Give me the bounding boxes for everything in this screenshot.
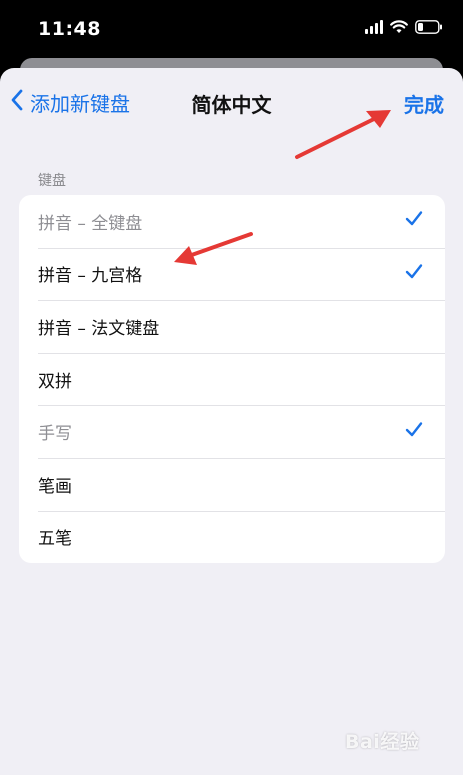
page-title: 简体中文 <box>191 93 272 117</box>
keyboard-row-label: 笔画 <box>38 476 72 497</box>
keyboard-row[interactable]: 拼音 – 法文键盘 <box>19 300 445 353</box>
keyboard-list: 拼音 – 全键盘 拼音 – 九宫格 拼音 – 法文键盘 双拼手写笔画五笔 <box>19 195 445 564</box>
phone-screen: 11:48 添加新键盘 简体中文 完成 键盘 拼音 – 全键盘 拼音 – 九宫格… <box>0 0 463 775</box>
done-button[interactable]: 完成 <box>404 89 444 118</box>
wifi-icon <box>390 20 408 34</box>
section-header: 键盘 <box>38 173 66 189</box>
status-bar: 11:48 <box>0 0 463 60</box>
keyboard-row[interactable]: 拼音 – 全键盘 <box>19 195 445 248</box>
keyboard-row-label: 五笔 <box>38 529 72 550</box>
keyboard-row-label: 双拼 <box>38 371 72 392</box>
watermark-logo: Bai经验 <box>345 731 420 753</box>
keyboard-row[interactable]: 五笔 <box>19 510 445 564</box>
keyboard-row[interactable]: 拼音 – 九宫格 <box>19 247 445 301</box>
keyboard-row-label: 手写 <box>38 424 72 445</box>
keyboard-row-label: 拼音 – 全键盘 <box>38 213 143 234</box>
keyboard-row-label: 拼音 – 九宫格 <box>38 266 143 287</box>
battery-icon <box>415 20 443 34</box>
checkmark-icon <box>405 263 423 284</box>
navigation-bar: 添加新键盘 简体中文 完成 <box>0 68 463 138</box>
keyboard-row[interactable]: 手写 <box>19 405 445 458</box>
checkmark-icon <box>405 211 423 232</box>
signal-icon <box>365 20 383 34</box>
keyboard-settings-sheet: 添加新键盘 简体中文 完成 键盘 拼音 – 全键盘 拼音 – 九宫格 拼音 – 法文… <box>0 68 463 775</box>
status-time: 11:48 <box>38 18 101 40</box>
status-icons <box>365 20 443 34</box>
checkmark-icon <box>405 421 423 442</box>
keyboard-row[interactable]: 双拼 <box>19 352 445 406</box>
keyboard-row-label: 拼音 – 法文键盘 <box>38 318 160 339</box>
keyboard-row[interactable]: 笔画 <box>19 457 445 511</box>
